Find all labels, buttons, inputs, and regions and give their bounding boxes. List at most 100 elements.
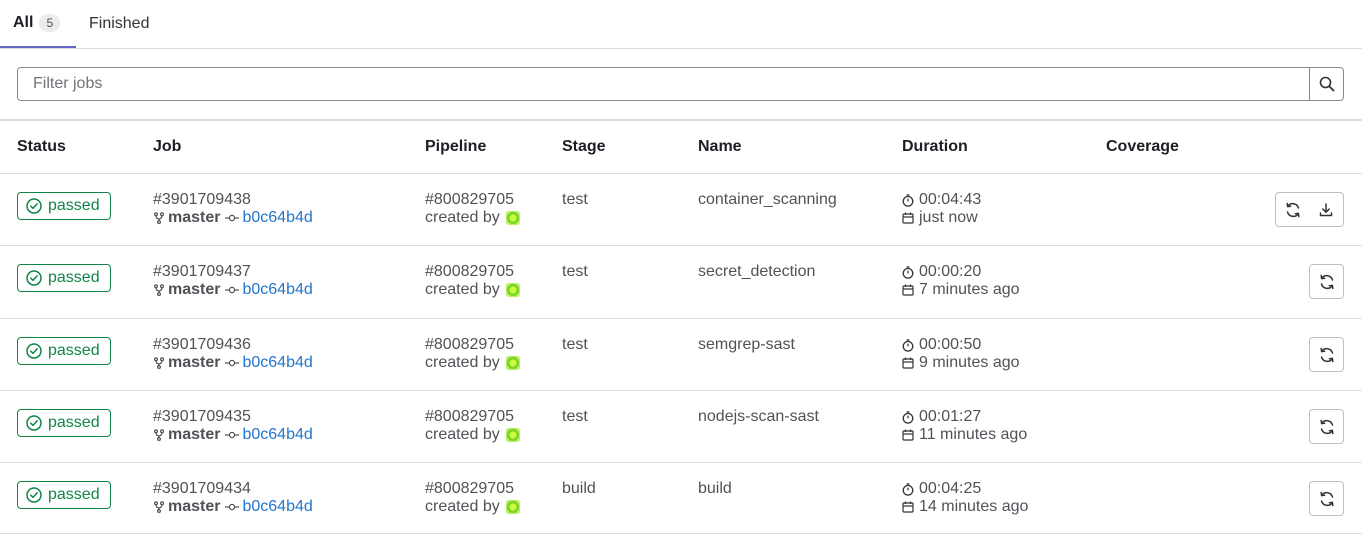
status-label: passed xyxy=(48,414,100,431)
timer-icon xyxy=(902,193,914,207)
pipeline-id-link[interactable]: #800829705 xyxy=(425,191,514,209)
duration: 00:00:20 xyxy=(902,263,981,281)
timer-icon xyxy=(902,482,914,496)
commit-sha-link[interactable]: b0c64b4d xyxy=(242,281,312,299)
calendar-icon xyxy=(902,501,914,513)
table-row: passed #3901709435 master b0c64b4d #8008… xyxy=(0,390,1362,462)
duration-value: 00:00:50 xyxy=(919,336,982,353)
status-success-icon xyxy=(26,343,42,359)
job-name-link[interactable]: build xyxy=(698,480,732,498)
created-by-label: created by xyxy=(425,209,500,226)
branch-icon xyxy=(154,501,164,513)
tab-all-count-badge: 5 xyxy=(39,14,61,32)
status-success-icon xyxy=(26,198,42,214)
job-name-link[interactable]: container_scanning xyxy=(698,191,837,209)
tab-finished[interactable]: Finished xyxy=(89,0,149,48)
duration-value: 00:04:25 xyxy=(919,480,982,497)
job-id-link[interactable]: #3901709435 xyxy=(153,408,251,426)
pipeline-id-link[interactable]: #800829705 xyxy=(425,480,514,498)
status-badge[interactable]: passed xyxy=(17,264,111,292)
stage-label: test xyxy=(562,408,588,425)
status-label: passed xyxy=(48,342,100,359)
status-badge[interactable]: passed xyxy=(17,337,111,365)
duration: 00:00:50 xyxy=(902,336,981,354)
branch-icon xyxy=(154,212,164,224)
commit-sha-link[interactable]: b0c64b4d xyxy=(242,498,312,516)
branch-name-link[interactable]: master xyxy=(168,281,220,299)
job-id-link[interactable]: #3901709437 xyxy=(153,263,251,281)
job-name-link[interactable]: nodejs-scan-sast xyxy=(698,408,819,426)
avatar[interactable] xyxy=(505,428,520,442)
status-badge[interactable]: passed xyxy=(17,409,111,437)
duration: 00:04:43 xyxy=(902,191,981,209)
retry-icon xyxy=(1319,347,1334,362)
avatar[interactable] xyxy=(505,283,520,297)
job-id-link[interactable]: #3901709434 xyxy=(153,480,251,498)
job-id-link[interactable]: #3901709438 xyxy=(153,191,251,209)
job-ref: master b0c64b4d xyxy=(153,498,313,516)
branch-name-link[interactable]: master xyxy=(168,426,220,444)
status-success-icon xyxy=(26,415,42,431)
tab-finished-label: Finished xyxy=(89,15,150,32)
retry-button[interactable] xyxy=(1309,481,1344,516)
header-job: Job xyxy=(153,138,182,155)
job-name-link[interactable]: secret_detection xyxy=(698,263,815,281)
status-badge[interactable]: passed xyxy=(17,192,111,220)
branch-icon xyxy=(154,357,164,369)
branch-name-link[interactable]: master xyxy=(168,498,220,516)
job-ref: master b0c64b4d xyxy=(153,426,313,444)
pipeline-id-link[interactable]: #800829705 xyxy=(425,336,514,354)
pipeline-created-by: created by xyxy=(425,209,520,227)
duration-value: 00:00:20 xyxy=(919,263,982,280)
retry-button[interactable] xyxy=(1309,409,1344,444)
finished-at: just now xyxy=(902,209,978,227)
filter-jobs-input[interactable] xyxy=(18,68,1309,100)
status-badge[interactable]: passed xyxy=(17,481,111,509)
filter-bar xyxy=(17,67,1344,101)
table-row: passed #3901709434 master b0c64b4d #8008… xyxy=(0,462,1362,534)
pipeline-id-link[interactable]: #800829705 xyxy=(425,408,514,426)
header-duration: Duration xyxy=(902,138,968,155)
stage-label: test xyxy=(562,191,588,208)
pipeline-created-by: created by xyxy=(425,426,520,444)
commit-sha-link[interactable]: b0c64b4d xyxy=(242,426,312,444)
branch-name-link[interactable]: master xyxy=(168,354,220,372)
pipeline-created-by: created by xyxy=(425,354,520,372)
job-id-link[interactable]: #3901709436 xyxy=(153,336,251,354)
download-artifacts-button[interactable] xyxy=(1309,192,1344,227)
table-row: passed #3901709437 master b0c64b4d #8008… xyxy=(0,245,1362,317)
retry-button[interactable] xyxy=(1275,192,1310,227)
stage-label: test xyxy=(562,263,588,280)
duration-value: 00:04:43 xyxy=(919,191,982,208)
search-button[interactable] xyxy=(1309,68,1343,100)
commit-icon xyxy=(225,214,240,222)
created-by-label: created by xyxy=(425,498,500,515)
commit-sha-link[interactable]: b0c64b4d xyxy=(242,354,312,372)
calendar-icon xyxy=(902,429,914,441)
job-name-link[interactable]: semgrep-sast xyxy=(698,336,795,354)
finished-at: 14 minutes ago xyxy=(902,498,1028,516)
retry-button[interactable] xyxy=(1309,264,1344,299)
header-name: Name xyxy=(698,138,742,155)
avatar[interactable] xyxy=(505,500,520,514)
header-coverage: Coverage xyxy=(1106,138,1179,155)
commit-icon xyxy=(225,431,240,439)
commit-sha-link[interactable]: b0c64b4d xyxy=(242,209,312,227)
branch-icon xyxy=(154,284,164,296)
finished-time: 9 minutes ago xyxy=(919,354,1020,371)
avatar[interactable] xyxy=(505,211,520,225)
duration: 00:04:25 xyxy=(902,480,981,498)
branch-name-link[interactable]: master xyxy=(168,209,220,227)
finished-at: 7 minutes ago xyxy=(902,281,1020,299)
retry-button[interactable] xyxy=(1309,337,1344,372)
avatar[interactable] xyxy=(505,356,520,370)
duration: 00:01:27 xyxy=(902,408,981,426)
finished-time: 7 minutes ago xyxy=(919,281,1020,298)
retry-icon xyxy=(1285,202,1300,217)
timer-icon xyxy=(902,338,914,352)
calendar-icon xyxy=(902,357,914,369)
timer-icon xyxy=(902,410,914,424)
pipeline-id-link[interactable]: #800829705 xyxy=(425,263,514,281)
finished-time: 14 minutes ago xyxy=(919,498,1029,515)
tab-all[interactable]: All 5 xyxy=(0,0,76,48)
